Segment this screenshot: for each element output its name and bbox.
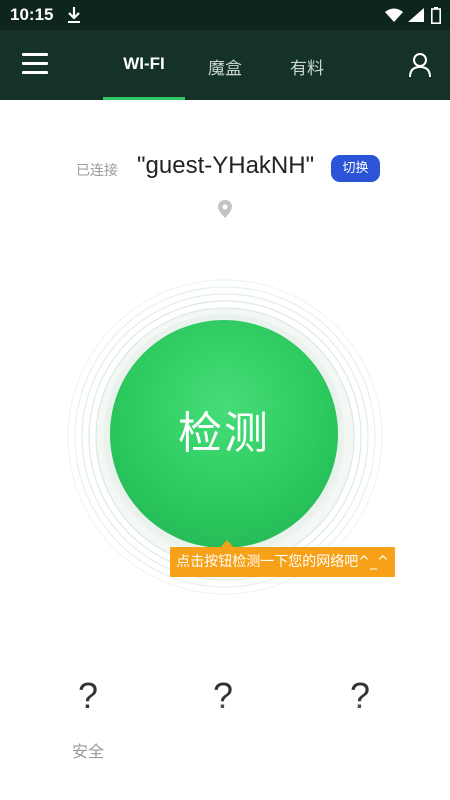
stat-fade-overlay <box>193 700 253 760</box>
connection-status-label: 已连接 <box>76 163 118 179</box>
detect-button[interactable]: 检测 <box>110 320 338 548</box>
hamburger-menu-icon[interactable] <box>22 53 48 75</box>
user-icon[interactable] <box>408 52 432 78</box>
active-tab-indicator <box>103 97 185 100</box>
battery-icon <box>431 7 441 24</box>
wifi-ssid: "guest-YHakNH" <box>137 152 315 179</box>
status-time: 10:15 <box>10 5 54 24</box>
stat-security-label: 安全 <box>71 742 104 761</box>
status-bar: 10:15 <box>0 0 450 30</box>
tab-mohe[interactable]: 魔盒 <box>190 54 260 100</box>
detect-hint-tooltip: 点击按钮检测一下您的网络吧^_^ <box>170 547 395 577</box>
wifi-signal-icon <box>385 8 403 22</box>
stat-fade-overlay <box>330 700 390 760</box>
cell-signal-icon <box>408 8 424 22</box>
stat-security[interactable]: ? 安全 <box>58 676 118 762</box>
stat-security-value: ? <box>77 675 99 716</box>
tab-wifi[interactable]: WI-FI <box>103 54 185 100</box>
tab-youliao[interactable]: 有料 <box>272 54 342 100</box>
download-icon <box>68 7 80 23</box>
switch-network-button[interactable]: 切换 <box>331 155 380 182</box>
app-bar: WI-FI 魔盒 有料 <box>0 30 450 100</box>
location-pin-icon <box>218 200 232 218</box>
